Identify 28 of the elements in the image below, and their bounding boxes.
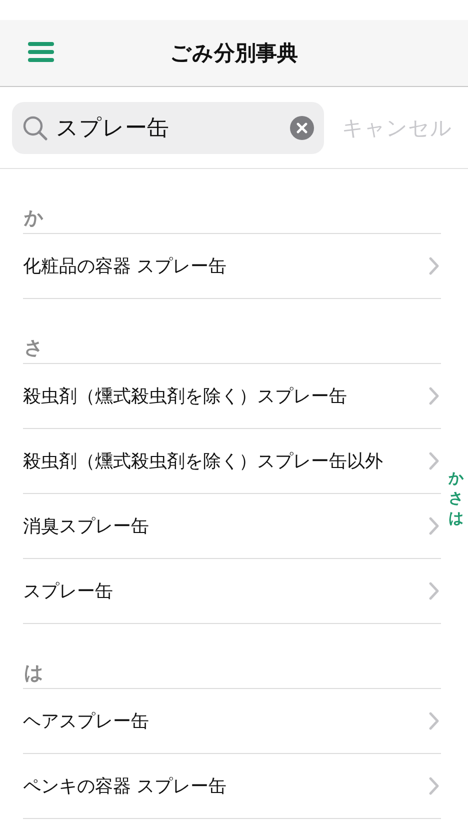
chevron-icon bbox=[429, 517, 439, 535]
chevron-icon bbox=[429, 452, 439, 470]
search-input[interactable]: スプレー缶 bbox=[56, 115, 282, 140]
section-header: か bbox=[23, 169, 441, 234]
section-header: は bbox=[23, 624, 441, 689]
index-letter[interactable]: さ bbox=[448, 488, 464, 508]
list-item[interactable]: ペンキの容器 スプレー缶 bbox=[23, 754, 441, 819]
chevron-icon bbox=[429, 712, 439, 730]
list-item[interactable]: 消臭スプレー缶 bbox=[23, 494, 441, 559]
index-letter[interactable]: か bbox=[448, 468, 464, 488]
clear-button[interactable] bbox=[290, 116, 314, 140]
chevron-icon bbox=[429, 257, 439, 275]
list-item[interactable]: 殺虫剤（燻式殺虫剤を除く）スプレー缶以外 bbox=[23, 429, 441, 494]
list-item[interactable]: 殺虫剤（燻式殺虫剤を除く）スプレー缶 bbox=[23, 364, 441, 429]
clear-icon bbox=[290, 116, 314, 140]
section-header: さ bbox=[23, 299, 441, 364]
search-field[interactable]: スプレー缶 bbox=[12, 102, 324, 154]
list-item[interactable]: スプレー缶 bbox=[23, 559, 441, 624]
index-letter[interactable]: は bbox=[448, 508, 464, 528]
chevron-icon bbox=[429, 777, 439, 795]
menu-button[interactable] bbox=[28, 41, 54, 63]
menu-icon bbox=[28, 41, 54, 63]
list-item[interactable]: ヘアスプレー缶 bbox=[23, 689, 441, 754]
search-icon bbox=[22, 114, 48, 140]
chevron-icon bbox=[429, 582, 439, 600]
app-title: ごみ分別事典 bbox=[170, 40, 298, 67]
chevron-icon bbox=[429, 387, 439, 405]
list-item[interactable]: 化粧品の容器 スプレー缶 bbox=[23, 234, 441, 299]
